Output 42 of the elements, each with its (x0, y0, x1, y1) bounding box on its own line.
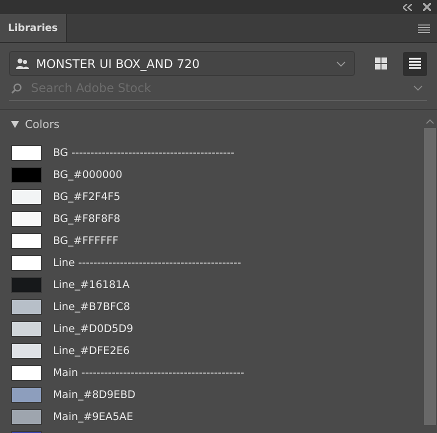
list-view-button[interactable] (403, 52, 427, 76)
color-label: Line_#16181A (53, 279, 130, 291)
color-label: BG ------------------------------------------- (53, 147, 234, 159)
scroll-up-icon[interactable] (426, 119, 434, 124)
color-swatch[interactable] (11, 343, 42, 359)
color-label: BG_#FFFFFF (53, 235, 118, 247)
color-swatch[interactable] (11, 409, 42, 425)
color-swatch[interactable] (11, 277, 42, 293)
list-icon (409, 57, 421, 70)
color-label: BG_#000000 (53, 169, 122, 181)
color-label: Main ------------------------------------------- (53, 367, 244, 379)
color-swatch[interactable] (11, 233, 42, 249)
color-label: Main_#8D9EBD (53, 389, 136, 401)
color-swatch[interactable] (11, 211, 42, 227)
color-label: Line_#DFE2E6 (53, 345, 130, 357)
collapse-icon[interactable] (403, 4, 412, 10)
menu-icon[interactable] (418, 24, 430, 32)
color-label: BG_#F2F4F5 (53, 191, 120, 203)
grid-icon (375, 57, 387, 70)
panel-tab[interactable]: Libraries (0, 14, 67, 42)
library-dropdown[interactable]: MONSTER UI BOX_AND 720 (9, 51, 355, 76)
color-label: Line ------------------------------------------- (53, 257, 242, 269)
close-icon[interactable] (423, 3, 431, 11)
color-swatch[interactable] (11, 167, 42, 183)
scrollbar-thumb[interactable] (424, 128, 436, 425)
color-swatch[interactable] (11, 255, 42, 271)
chevron-down-icon (336, 60, 346, 66)
color-swatch[interactable] (11, 145, 42, 161)
color-label: Main_#9EA5AE (53, 411, 134, 423)
color-swatch[interactable] (11, 365, 42, 381)
color-label: BG_#F8F8F8 (53, 213, 120, 225)
triangle-icon (11, 121, 19, 128)
color-swatch[interactable] (11, 299, 42, 315)
users-icon (16, 58, 29, 69)
color-label: Line_#B7BFC8 (53, 301, 130, 313)
chevron-down-icon (413, 85, 423, 91)
color-swatch[interactable] (11, 321, 42, 337)
section-header[interactable]: Colors (11, 110, 60, 139)
color-swatch[interactable] (11, 189, 42, 205)
color-swatch[interactable] (11, 387, 42, 403)
color-label: Line_#D0D5D9 (53, 323, 134, 335)
search-icon (11, 82, 22, 94)
